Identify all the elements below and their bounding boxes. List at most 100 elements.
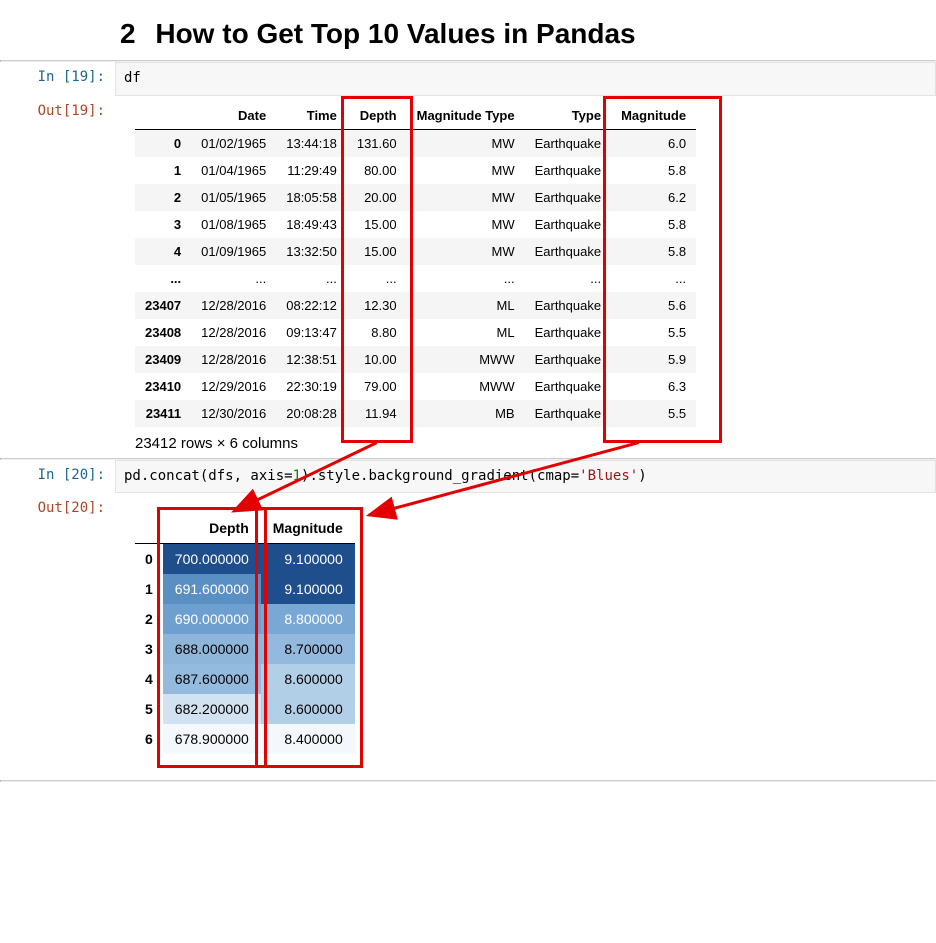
cell: Earthquake [525, 238, 612, 265]
col-header: Depth [163, 513, 261, 544]
row-index: 4 [135, 664, 163, 694]
styled-table: DepthMagnitude 0700.0000009.1000001691.6… [135, 513, 355, 754]
cell: MW [407, 184, 525, 211]
row-index: ... [135, 265, 191, 292]
row-index: 3 [135, 634, 163, 664]
cell: 22:30:19 [276, 373, 347, 400]
cell: 20.00 [347, 184, 407, 211]
cell: 12:38:51 [276, 346, 347, 373]
table-row: 2341112/30/201620:08:2811.94MBEarthquake… [135, 400, 696, 427]
cell: ML [407, 292, 525, 319]
cell-magnitude: 8.800000 [261, 604, 355, 634]
cell: 09:13:47 [276, 319, 347, 346]
code-input-19[interactable]: df [115, 62, 936, 96]
cell: 13:32:50 [276, 238, 347, 265]
row-index: 6 [135, 724, 163, 754]
dataframe-summary: 23412 rows × 6 columns [135, 435, 936, 452]
cell-magnitude: 8.400000 [261, 724, 355, 754]
cell: ... [347, 265, 407, 292]
output-cell-20: Out[20]: DepthMagnitude 0700.0000009.100… [0, 493, 936, 760]
cell-depth: 687.600000 [163, 664, 261, 694]
table-row: 5682.2000008.600000 [135, 694, 355, 724]
cell-depth: 682.200000 [163, 694, 261, 724]
dataframe-table: DateTimeDepthMagnitude TypeTypeMagnitude… [135, 102, 696, 427]
cell: MW [407, 129, 525, 157]
cell: 11.94 [347, 400, 407, 427]
cell-magnitude: 8.600000 [261, 694, 355, 724]
row-index: 2 [135, 604, 163, 634]
cell: ... [276, 265, 347, 292]
cell: 01/09/1965 [191, 238, 276, 265]
cell: ... [525, 265, 612, 292]
row-index: 5 [135, 694, 163, 724]
table-row: 2340712/28/201608:22:1212.30MLEarthquake… [135, 292, 696, 319]
cell: Earthquake [525, 184, 612, 211]
cell: 5.8 [611, 157, 696, 184]
table-row: 201/05/196518:05:5820.00MWEarthquake6.2 [135, 184, 696, 211]
table-row: 001/02/196513:44:18131.60MWEarthquake6.0 [135, 129, 696, 157]
row-index: 1 [135, 157, 191, 184]
cell: 18:05:58 [276, 184, 347, 211]
cell: ... [191, 265, 276, 292]
table-row: ..................... [135, 265, 696, 292]
cell: MB [407, 400, 525, 427]
cell: ... [611, 265, 696, 292]
cell-magnitude: 8.600000 [261, 664, 355, 694]
cell: Earthquake [525, 400, 612, 427]
cell: 5.6 [611, 292, 696, 319]
cell: MWW [407, 373, 525, 400]
cell: Earthquake [525, 157, 612, 184]
cell-depth: 688.000000 [163, 634, 261, 664]
cell: MW [407, 211, 525, 238]
table-row: 2340812/28/201609:13:478.80MLEarthquake5… [135, 319, 696, 346]
cell-depth: 690.000000 [163, 604, 261, 634]
table-row: 2341012/29/201622:30:1979.00MWWEarthquak… [135, 373, 696, 400]
cell: Earthquake [525, 211, 612, 238]
cell: 6.2 [611, 184, 696, 211]
col-header: Magnitude [261, 513, 355, 544]
row-index: 23409 [135, 346, 191, 373]
table-row: 101/04/196511:29:4980.00MWEarthquake5.8 [135, 157, 696, 184]
output-cell-19: Out[19]: DateTimeDepthMagnitude TypeType… [0, 96, 936, 458]
cell: 10.00 [347, 346, 407, 373]
cell: 12/28/2016 [191, 292, 276, 319]
code-cell-20: In [20]: pd.concat(dfs, axis=1).style.ba… [0, 460, 936, 494]
row-index: 23410 [135, 373, 191, 400]
code-input-20[interactable]: pd.concat(dfs, axis=1).style.background_… [115, 460, 936, 494]
cell: 5.5 [611, 319, 696, 346]
row-index: 0 [135, 129, 191, 157]
cell: 08:22:12 [276, 292, 347, 319]
table-row: 6678.9000008.400000 [135, 724, 355, 754]
row-index: 2 [135, 184, 191, 211]
cell: 12/28/2016 [191, 319, 276, 346]
divider [0, 780, 936, 782]
table-row: 401/09/196513:32:5015.00MWEarthquake5.8 [135, 238, 696, 265]
cell: 01/02/1965 [191, 129, 276, 157]
col-header: Time [276, 102, 347, 130]
col-header: Date [191, 102, 276, 130]
col-header: Depth [347, 102, 407, 130]
cell: 15.00 [347, 211, 407, 238]
cell-depth: 700.000000 [163, 544, 261, 575]
cell: 80.00 [347, 157, 407, 184]
row-index: 23408 [135, 319, 191, 346]
col-header: Magnitude Type [407, 102, 525, 130]
section-number: 2 [120, 18, 136, 49]
cell: MW [407, 157, 525, 184]
row-index: 0 [135, 544, 163, 575]
code-cell-19: In [19]: df [0, 62, 936, 96]
row-index: 3 [135, 211, 191, 238]
cell: 5.5 [611, 400, 696, 427]
cell: 01/05/1965 [191, 184, 276, 211]
cell: 15.00 [347, 238, 407, 265]
cell: 01/04/1965 [191, 157, 276, 184]
cell: 6.3 [611, 373, 696, 400]
cell: 11:29:49 [276, 157, 347, 184]
cell: 8.80 [347, 319, 407, 346]
col-header: Type [525, 102, 612, 130]
cell: MW [407, 238, 525, 265]
cell-depth: 678.900000 [163, 724, 261, 754]
cell: Earthquake [525, 319, 612, 346]
index-header [135, 102, 191, 130]
prompt-out-19: Out[19]: [0, 96, 115, 458]
